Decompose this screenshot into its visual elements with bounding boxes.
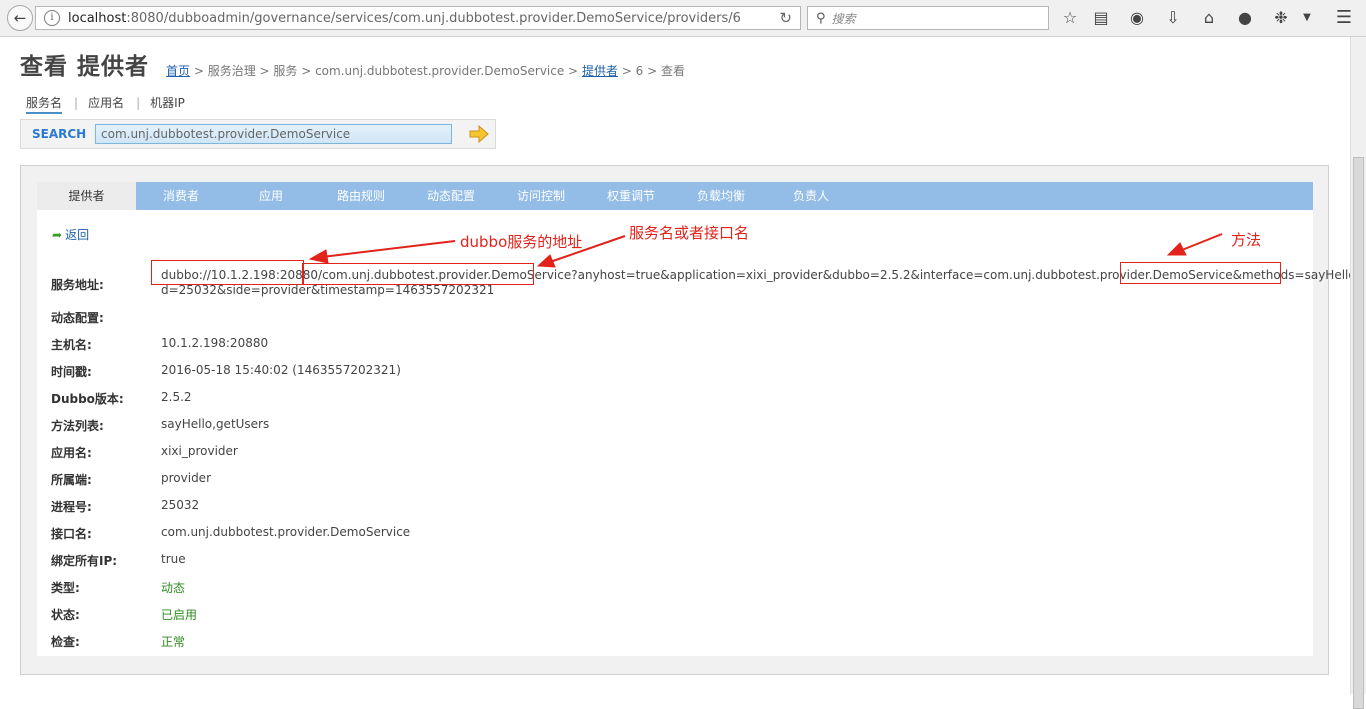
- detail-label-check: 检查:: [51, 635, 80, 649]
- detail-value-status: 已启用: [161, 608, 198, 622]
- detail-label-status: 状态:: [51, 608, 80, 622]
- detail-label-version: Dubbo版本:: [51, 392, 124, 406]
- page-scrollbar[interactable]: [1350, 37, 1366, 709]
- detail-label-timestamp: 时间戳:: [51, 365, 92, 379]
- detail-label-side: 所属端:: [51, 473, 92, 487]
- arrow-address-head: [308, 249, 329, 264]
- detail-value-methods: sayHello,getUsers: [161, 417, 270, 431]
- detail-value-side: provider: [161, 471, 211, 485]
- detail-value-type: 动态: [161, 581, 186, 595]
- arrow-method-head: [1166, 242, 1187, 256]
- detail-label-type: 类型:: [51, 581, 80, 595]
- detail-label-pid: 进程号:: [51, 500, 92, 514]
- arrow-method-line: [1181, 233, 1223, 251]
- scrollbar-thumb[interactable]: [1353, 157, 1364, 709]
- detail-value-anyhost: true: [161, 552, 186, 566]
- arrow-address-line: [321, 240, 456, 258]
- detail-label-methods: 方法列表:: [51, 419, 104, 433]
- detail-label-interface: 接口名:: [51, 527, 92, 541]
- detail-value-interface: com.unj.dubbotest.provider.DemoService: [161, 525, 411, 539]
- detail-label-application: 应用名:: [51, 446, 92, 460]
- detail-label-anyhost: 绑定所有IP:: [51, 554, 118, 568]
- detail-value-timestamp: 2016-05-18 15:40:02 (1463557202321): [161, 363, 401, 377]
- arrow-service-line: [549, 235, 626, 263]
- detail-value-host: 10.1.2.198:20880: [161, 336, 269, 350]
- arrow-service-head: [536, 254, 556, 268]
- detail-label-host: 主机名:: [51, 338, 92, 352]
- detail-value-version: 2.5.2: [161, 390, 192, 404]
- detail-label-override: 动态配置:: [51, 311, 104, 325]
- detail-value-pid: 25032: [161, 498, 200, 512]
- detail-value-check: 正常: [161, 635, 186, 649]
- detail-value-application: xixi_provider: [161, 444, 238, 458]
